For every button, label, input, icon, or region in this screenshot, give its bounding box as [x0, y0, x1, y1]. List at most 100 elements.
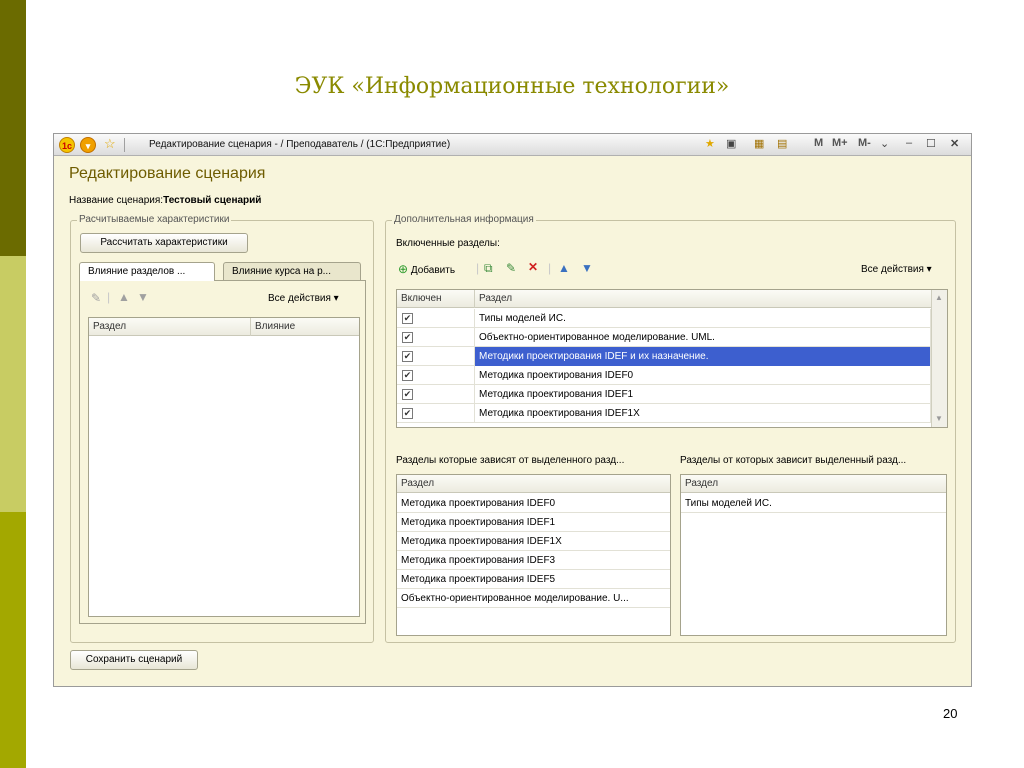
- table-row[interactable]: ✔ Типы моделей ИС.: [397, 309, 947, 328]
- table-row[interactable]: Методика проектирования IDEF1: [397, 513, 670, 532]
- add-button[interactable]: ⊕ Добавить: [398, 262, 455, 276]
- section-name: Методики проектирования IDEF и их назнач…: [475, 347, 931, 366]
- scroll-down-icon[interactable]: ▼: [935, 414, 943, 423]
- depends-on-sections-label: Разделы от которых зависит выделенный ра…: [680, 455, 907, 466]
- memory-m-button[interactable]: M: [814, 137, 823, 149]
- toolbar-separator: |: [476, 261, 480, 275]
- copy-icon[interactable]: ⧉: [484, 261, 493, 276]
- table-row[interactable]: ✔ Методика проектирования IDEF0: [397, 366, 947, 385]
- delete-icon[interactable]: ✕: [528, 260, 538, 274]
- maximize-icon[interactable]: ☐: [926, 137, 936, 150]
- calculator-icon[interactable]: ▦: [754, 137, 764, 150]
- scenario-name-value: Тестовый сценарий: [163, 195, 262, 206]
- table-header: Включен Раздел: [397, 290, 947, 308]
- slide-stripe-bottom: [0, 512, 26, 768]
- window-title: Редактирование сценария - / Преподавател…: [149, 139, 451, 150]
- column-header-section[interactable]: Раздел: [397, 475, 670, 493]
- toolbar-separator: |: [548, 261, 552, 275]
- included-checkbox[interactable]: ✔: [402, 408, 413, 419]
- table-header: Раздел: [681, 475, 946, 493]
- favorite-star-icon[interactable]: ☆: [104, 136, 116, 152]
- calendar-icon[interactable]: ▤: [777, 137, 787, 150]
- section-name: Методика проектирования IDEF1: [401, 517, 556, 528]
- column-header-section[interactable]: Раздел: [475, 290, 931, 308]
- move-up-icon[interactable]: ▲: [558, 261, 570, 275]
- included-checkbox[interactable]: ✔: [402, 389, 413, 400]
- close-icon[interactable]: ✕: [950, 137, 959, 150]
- section-name: Методика проектирования IDEF0: [475, 366, 931, 385]
- section-name: Методика проектирования IDEF1: [475, 385, 931, 404]
- form-title: Редактирование сценария: [69, 165, 266, 182]
- more-chevron-icon[interactable]: ⌄: [880, 137, 889, 150]
- table-row[interactable]: ✔ Методика проектирования IDEF1: [397, 385, 947, 404]
- column-header-influence[interactable]: Влияние: [251, 318, 359, 336]
- dependent-sections-label: Разделы которые зависят от выделенного р…: [396, 455, 625, 466]
- move-down-icon[interactable]: ▼: [581, 261, 593, 275]
- section-name: Методика проектирования IDEF0: [401, 498, 556, 509]
- influence-table: Раздел Влияние: [88, 317, 360, 617]
- additional-info-group: Дополнительная информация Включенные раз…: [385, 214, 956, 643]
- table-row[interactable]: Методика проектирования IDEF0: [397, 494, 670, 513]
- table-row[interactable]: Методика проектирования IDEF1X: [397, 532, 670, 551]
- slide-stripe-top: [0, 0, 26, 256]
- column-header-included[interactable]: Включен: [397, 290, 475, 308]
- move-down-icon[interactable]: ▼: [137, 290, 149, 304]
- scenario-name-label: Название сценария:: [69, 195, 164, 206]
- included-checkbox[interactable]: ✔: [402, 351, 413, 362]
- window-titlebar: 1c ▾ ☆ Редактирование сценария - / Препо…: [54, 134, 971, 156]
- column-header-section[interactable]: Раздел: [89, 318, 251, 336]
- vertical-scrollbar[interactable]: ▲ ▼: [931, 290, 947, 427]
- table-header: Раздел Влияние: [89, 318, 359, 336]
- history-icon[interactable]: ▣: [726, 137, 736, 150]
- scroll-up-icon[interactable]: ▲: [935, 293, 943, 302]
- tab-sections-influence[interactable]: Влияние разделов ...: [79, 262, 215, 281]
- included-checkbox[interactable]: ✔: [402, 313, 413, 324]
- tab-panel: ✎ | ▲ ▼ Все действия ▾ Раздел Влияние: [79, 280, 366, 624]
- table-row[interactable]: Методика проектирования IDEF3: [397, 551, 670, 570]
- table-row-selected[interactable]: ✔ Методики проектирования IDEF и их назн…: [397, 347, 947, 366]
- included-sections-label: Включенные разделы:: [396, 238, 500, 249]
- table-row[interactable]: ✔ Объектно-ориентированное моделирование…: [397, 328, 947, 347]
- add-icon: ⊕: [398, 262, 409, 276]
- group-label-additional: Дополнительная информация: [392, 214, 536, 225]
- depends-on-sections-table: Раздел Типы моделей ИС.: [680, 474, 947, 636]
- toolbar-separator: |: [107, 290, 111, 304]
- tab-course-influence[interactable]: Влияние курса на р...: [223, 262, 361, 280]
- minimize-icon[interactable]: –: [906, 137, 912, 149]
- all-actions-menu-left[interactable]: Все действия ▾: [268, 293, 339, 304]
- titlebar-separator: [124, 138, 125, 152]
- included-checkbox[interactable]: ✔: [402, 332, 413, 343]
- calculated-characteristics-group: Расчитываемые характеристики Рассчитать …: [70, 214, 374, 643]
- table-row[interactable]: ✔ Методика проектирования IDEF1X: [397, 404, 947, 423]
- section-name: Методика проектирования IDEF5: [401, 574, 556, 585]
- memory-mminus-button[interactable]: M-: [858, 137, 871, 149]
- edit-icon[interactable]: ✎: [91, 291, 101, 305]
- menu-dropdown-icon[interactable]: ▾: [80, 137, 96, 153]
- column-header-section[interactable]: Раздел: [681, 475, 946, 493]
- section-name: Методика проектирования IDEF1X: [475, 404, 931, 423]
- section-name: Методика проектирования IDEF3: [401, 555, 556, 566]
- all-actions-menu-right[interactable]: Все действия ▾: [861, 264, 932, 275]
- table-row[interactable]: Типы моделей ИС.: [681, 494, 946, 513]
- section-name: Объектно-ориентированное моделирование. …: [475, 328, 931, 347]
- section-name: Объектно-ориентированное моделирование. …: [401, 593, 629, 604]
- table-row[interactable]: Объектно-ориентированное моделирование. …: [397, 589, 670, 608]
- table-header: Раздел: [397, 475, 670, 493]
- edit-icon[interactable]: ✎: [506, 261, 516, 275]
- dependent-sections-table: Раздел Методика проектирования IDEF0 Мет…: [396, 474, 671, 636]
- slide-stripe-middle: [0, 256, 26, 512]
- move-up-icon[interactable]: ▲: [118, 290, 130, 304]
- memory-mplus-button[interactable]: M+: [832, 137, 848, 149]
- add-favorite-icon[interactable]: ★: [705, 137, 715, 150]
- group-label-calculated: Расчитываемые характеристики: [77, 214, 232, 225]
- scenario-name-row: Название сценария:Тестовый сценарий: [69, 195, 261, 206]
- included-checkbox[interactable]: ✔: [402, 370, 413, 381]
- section-name: Типы моделей ИС.: [475, 309, 931, 328]
- app-window: 1c ▾ ☆ Редактирование сценария - / Препо…: [53, 133, 972, 687]
- table-row[interactable]: Методика проектирования IDEF5: [397, 570, 670, 589]
- included-sections-table: Включен Раздел ✔ Типы моделей ИС. ✔ Объе…: [396, 289, 948, 428]
- slide-page-number: 20: [943, 706, 958, 721]
- 1c-logo-icon[interactable]: 1c: [59, 137, 75, 153]
- calculate-button[interactable]: Рассчитать характеристики: [80, 233, 248, 253]
- save-scenario-button[interactable]: Сохранить сценарий: [70, 650, 198, 670]
